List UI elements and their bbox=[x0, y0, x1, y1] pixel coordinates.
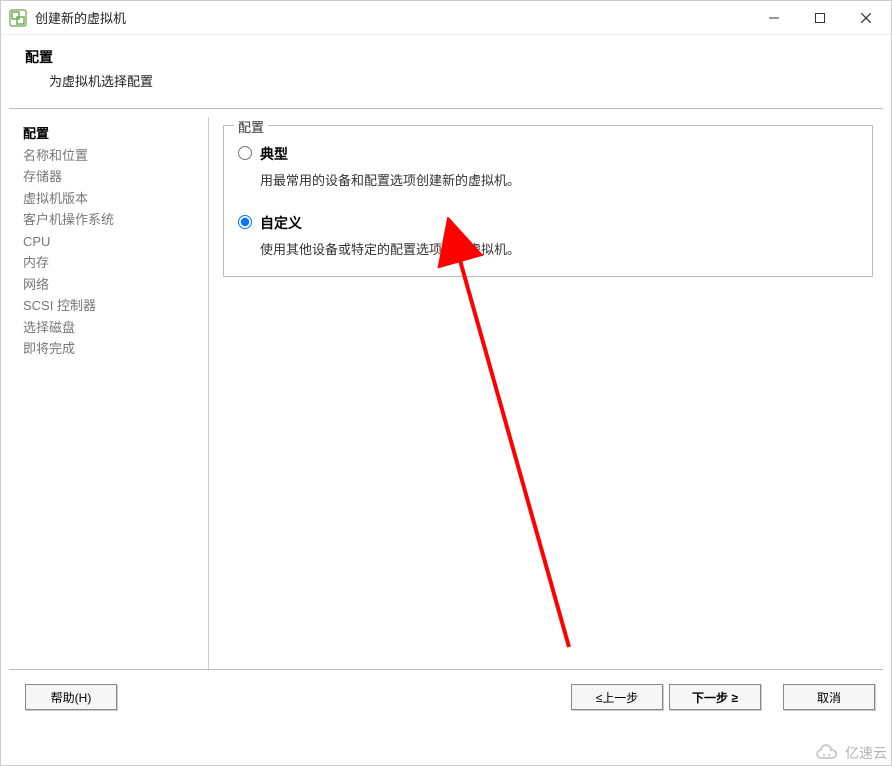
radio-row-custom: 自定义 使用其他设备或特定的配置选项创建虚拟机。 bbox=[238, 213, 858, 258]
watermark: 亿速云 bbox=[813, 743, 887, 763]
wizard-header: 配置 为虚拟机选择配置 bbox=[1, 35, 891, 108]
back-button[interactable]: ≤上一步 bbox=[571, 684, 663, 710]
sidebar-step-network: 网络 bbox=[23, 274, 198, 296]
sidebar-step-ready-complete: 即将完成 bbox=[23, 338, 198, 360]
help-button-label: 帮助(H) bbox=[51, 689, 92, 706]
watermark-text: 亿速云 bbox=[845, 743, 887, 763]
sidebar-step-cpu: CPU bbox=[23, 231, 198, 253]
wizard-main: 配置 名称和位置 存储器 虚拟机版本 客户机操作系统 CPU 内存 网络 SCS… bbox=[1, 109, 891, 669]
minimize-button[interactable] bbox=[751, 2, 797, 34]
app-icon bbox=[9, 9, 27, 27]
config-groupbox: 配置 典型 用最常用的设备和配置选项创建新的虚拟机。 自定义 使用其他设备或特定… bbox=[223, 125, 873, 277]
radio-typical-label: 典型 bbox=[260, 144, 520, 164]
help-button[interactable]: 帮助(H) bbox=[25, 684, 117, 710]
wizard-footer: 帮助(H) ≤上一步 下一步 ≥ 取消 bbox=[1, 670, 891, 710]
maximize-button[interactable] bbox=[797, 2, 843, 34]
radio-custom-text: 自定义 使用其他设备或特定的配置选项创建虚拟机。 bbox=[260, 213, 520, 258]
sidebar-step-guest-os: 客户机操作系统 bbox=[23, 209, 198, 231]
sidebar-step-select-disk: 选择磁盘 bbox=[23, 317, 198, 339]
sidebar-step-config[interactable]: 配置 bbox=[23, 123, 198, 145]
radio-typical-desc: 用最常用的设备和配置选项创建新的虚拟机。 bbox=[260, 166, 520, 189]
radio-custom-label: 自定义 bbox=[260, 213, 520, 233]
wizard-sidebar: 配置 名称和位置 存储器 虚拟机版本 客户机操作系统 CPU 内存 网络 SCS… bbox=[9, 117, 209, 669]
cancel-button-label: 取消 bbox=[817, 689, 841, 706]
next-button-label: 下一步 ≥ bbox=[692, 689, 738, 706]
sidebar-step-memory: 内存 bbox=[23, 252, 198, 274]
sidebar-step-scsi: SCSI 控制器 bbox=[23, 295, 198, 317]
cancel-button[interactable]: 取消 bbox=[783, 684, 875, 710]
radio-row-typical: 典型 用最常用的设备和配置选项创建新的虚拟机。 bbox=[238, 144, 858, 189]
sidebar-step-vm-version: 虚拟机版本 bbox=[23, 188, 198, 210]
radio-custom[interactable] bbox=[238, 215, 252, 229]
next-button[interactable]: 下一步 ≥ bbox=[669, 684, 761, 710]
close-button[interactable] bbox=[843, 2, 889, 34]
groupbox-legend: 配置 bbox=[234, 117, 268, 136]
back-button-label: ≤上一步 bbox=[596, 689, 639, 706]
window-controls bbox=[751, 2, 889, 34]
wizard-subtitle: 为虚拟机选择配置 bbox=[25, 71, 867, 90]
wizard-content: 配置 典型 用最常用的设备和配置选项创建新的虚拟机。 自定义 使用其他设备或特定… bbox=[209, 117, 883, 669]
sidebar-step-name-location: 名称和位置 bbox=[23, 145, 198, 167]
annotation-red-arrow bbox=[414, 217, 614, 677]
titlebar: 创建新的虚拟机 bbox=[1, 1, 891, 35]
wizard-title: 配置 bbox=[25, 47, 867, 67]
radio-custom-desc: 使用其他设备或特定的配置选项创建虚拟机。 bbox=[260, 235, 520, 258]
window-title: 创建新的虚拟机 bbox=[35, 8, 751, 27]
sidebar-step-storage: 存储器 bbox=[23, 166, 198, 188]
radio-typical-text: 典型 用最常用的设备和配置选项创建新的虚拟机。 bbox=[260, 144, 520, 189]
cloud-icon bbox=[813, 744, 841, 762]
radio-typical[interactable] bbox=[238, 146, 252, 160]
